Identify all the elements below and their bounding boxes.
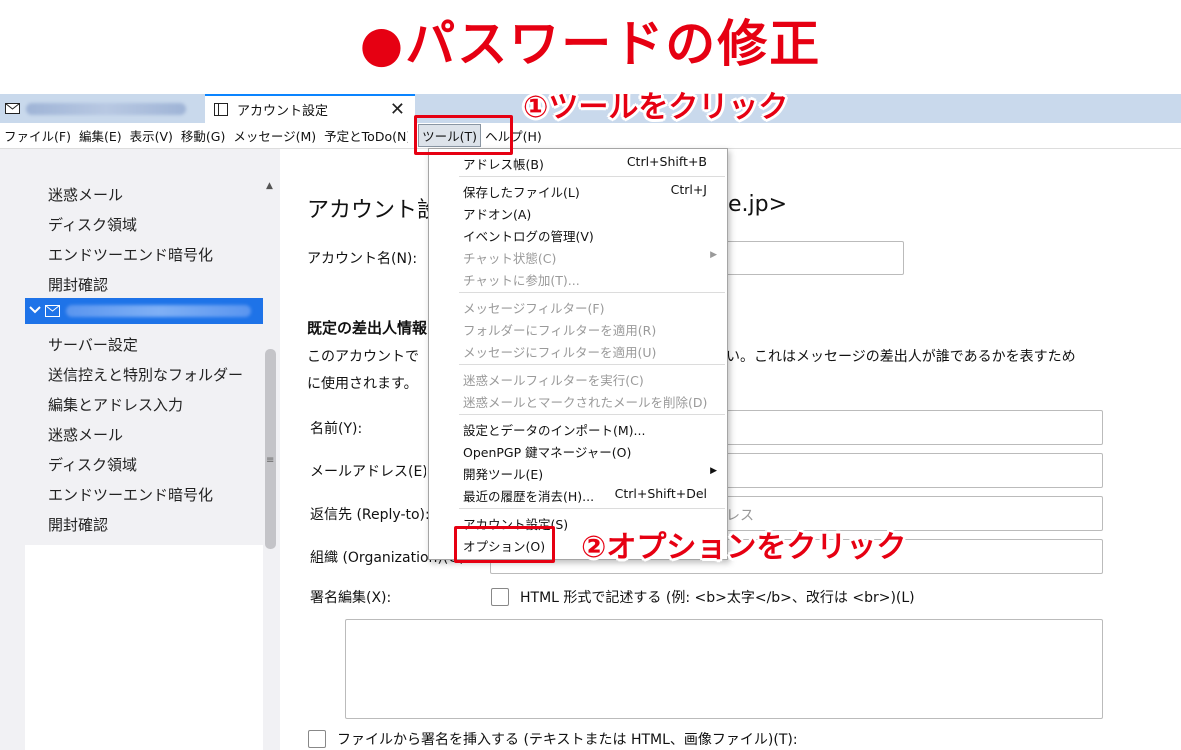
sidebar-item-e2e-encryption[interactable]: エンドツーエンド暗号化	[48, 244, 213, 265]
sidebar-item-copies-folders[interactable]: 送信控えと特別なフォルダー	[48, 364, 243, 385]
headline-text: ●パスワードの修正	[359, 15, 822, 73]
settings-page-icon	[213, 102, 229, 118]
account-sidebar: 迷惑メール ディスク領域 エンドツーエンド暗号化 開封確認 サーバー設定 送信控…	[0, 149, 280, 750]
menu-item-run-filters-message[interactable]: メッセージにフィルターを適用(U)	[463, 342, 656, 361]
tools-menu-dropdown: アドレス帳(B) Ctrl+Shift+B 保存したファイル(L) Ctrl+J…	[428, 148, 728, 560]
menu-item-clear-history[interactable]: 最近の履歴を消去(H)...	[463, 486, 594, 505]
close-icon[interactable]: ✕	[390, 99, 405, 120]
signature-label: 署名編集(X):	[310, 590, 392, 606]
menu-item-activity-log[interactable]: イベントログの管理(V)	[463, 226, 594, 245]
account-name-input[interactable]	[720, 241, 904, 275]
account-settings-panel: アカウント設 e.jp> アカウント名(N): 既定の差出人情報 このアカウント…	[280, 149, 1181, 750]
scrollbar-thumb[interactable]	[265, 349, 276, 549]
shortcut-clear-history: Ctrl+Shift+Del	[614, 486, 707, 501]
submenu-arrow-icon: ▶	[710, 250, 717, 260]
file-signature-label: ファイルから署名を挿入する (テキストまたは HTML、画像ファイル)(T):	[337, 732, 798, 748]
file-signature-checkbox[interactable]	[308, 730, 326, 748]
html-format-checkbox[interactable]	[491, 588, 509, 606]
menu-separator	[459, 364, 725, 365]
menu-separator	[459, 508, 725, 509]
menu-go[interactable]: 移動(G)	[177, 126, 229, 145]
sidebar-account-selected[interactable]	[25, 298, 263, 324]
page-title: アカウント設	[307, 198, 440, 223]
resize-grip-icon[interactable]: ≡	[266, 455, 274, 466]
scroll-up-icon[interactable]: ▲	[266, 181, 273, 191]
submenu-arrow-icon: ▶	[710, 466, 717, 476]
annotation-step1: ①ツールをクリック	[523, 90, 789, 125]
menu-item-chat-status[interactable]: チャット状態(C)	[463, 248, 556, 267]
tab-mail[interactable]	[0, 94, 202, 123]
menu-view[interactable]: 表示(V)	[126, 126, 177, 145]
sidebar-item-return-receipts[interactable]: 開封確認	[48, 274, 108, 295]
menu-item-import[interactable]: 設定とデータのインポート(M)...	[463, 420, 645, 439]
menu-separator	[459, 292, 725, 293]
redacted-email	[26, 102, 186, 115]
menu-separator	[459, 414, 725, 415]
menu-edit[interactable]: 編集(E)	[75, 126, 126, 145]
menu-bar: ファイル(F) 編集(E) 表示(V) 移動(G) メッセージ(M) 予定とTo…	[0, 123, 1181, 149]
menu-events-tasks[interactable]: 予定とToDo(N)	[320, 126, 408, 145]
menu-item-run-junk-controls[interactable]: 迷惑メールフィルターを実行(C)	[463, 370, 644, 389]
identity-description-2: に使用されます。	[307, 376, 418, 392]
sidebar-item-junk[interactable]: 迷惑メール	[48, 184, 123, 205]
menu-item-join-chat[interactable]: チャットに参加(T)...	[463, 270, 580, 289]
menu-item-addons[interactable]: アドオン(A)	[463, 204, 531, 223]
highlight-tools-menu	[414, 115, 513, 155]
menu-item-run-filters-folder[interactable]: フォルダーにフィルターを適用(R)	[463, 320, 656, 339]
sidebar-item-junk-2[interactable]: 迷惑メール	[48, 424, 123, 445]
section-title-identity: 既定の差出人情報	[307, 319, 428, 337]
shortcut-address-book: Ctrl+Shift+B	[626, 154, 707, 169]
email-label: メールアドレス(E):	[310, 464, 426, 480]
shortcut-saved-files: Ctrl+J	[670, 182, 707, 197]
menu-item-delete-junk[interactable]: 迷惑メールとマークされたメールを削除(D)	[463, 392, 707, 411]
annotation-step2: ②オプションをクリック	[581, 530, 907, 565]
sidebar-item-e2e-encryption-2[interactable]: エンドツーエンド暗号化	[48, 484, 213, 505]
sidebar-item-server-settings[interactable]: サーバー設定	[48, 334, 138, 355]
menu-item-openpgp-key-manager[interactable]: OpenPGP 鍵マネージャー(O)	[463, 442, 631, 461]
mail-account-icon	[44, 303, 60, 319]
chevron-down-icon[interactable]	[29, 304, 41, 318]
page-title-tail: e.jp>	[728, 192, 788, 217]
redacted-account-email	[66, 305, 251, 317]
identity-description-1-tail: い。これはメッセージの差出人が誰であるかを表すため	[726, 349, 1076, 365]
name-input[interactable]	[720, 410, 1103, 445]
menu-file[interactable]: ファイル(F)	[0, 126, 75, 145]
sidebar-item-disk-space-2[interactable]: ディスク領域	[48, 454, 137, 475]
mail-icon	[4, 101, 20, 117]
email-input[interactable]	[720, 453, 1103, 488]
menu-item-address-book[interactable]: アドレス帳(B)	[463, 154, 544, 173]
sidebar-empty-area	[25, 545, 263, 750]
html-format-label: HTML 形式で記述する (例: <b>太字</b>、改行は <br>)(L)	[520, 590, 915, 606]
tab-label: アカウント設定	[237, 104, 329, 119]
reply-to-label: 返信先 (Reply-to):	[310, 507, 428, 523]
menu-separator	[459, 176, 725, 177]
tutorial-headline: ●パスワードの修正	[0, 0, 1181, 92]
sidebar-item-composition[interactable]: 編集とアドレス入力	[48, 394, 183, 415]
highlight-options-item	[454, 526, 555, 563]
name-label: 名前(Y):	[310, 421, 363, 437]
signature-textarea[interactable]	[345, 619, 1103, 719]
sidebar-item-return-receipts-2[interactable]: 開封確認	[48, 514, 108, 535]
identity-description-1: このアカウントで	[307, 349, 419, 365]
menu-item-message-filters[interactable]: メッセージフィルター(F)	[463, 298, 604, 317]
menu-item-saved-files[interactable]: 保存したファイル(L)	[463, 182, 580, 201]
sidebar-scrollbar[interactable]: ▲ ≡	[263, 175, 280, 750]
sidebar-item-disk-space[interactable]: ディスク領域	[48, 214, 137, 235]
account-name-label: アカウント名(N):	[307, 251, 418, 267]
menu-item-developer-tools[interactable]: 開発ツール(E)	[463, 464, 543, 483]
menu-message[interactable]: メッセージ(M)	[229, 126, 320, 145]
tab-account-settings[interactable]: アカウント設定 ✕	[205, 94, 415, 123]
